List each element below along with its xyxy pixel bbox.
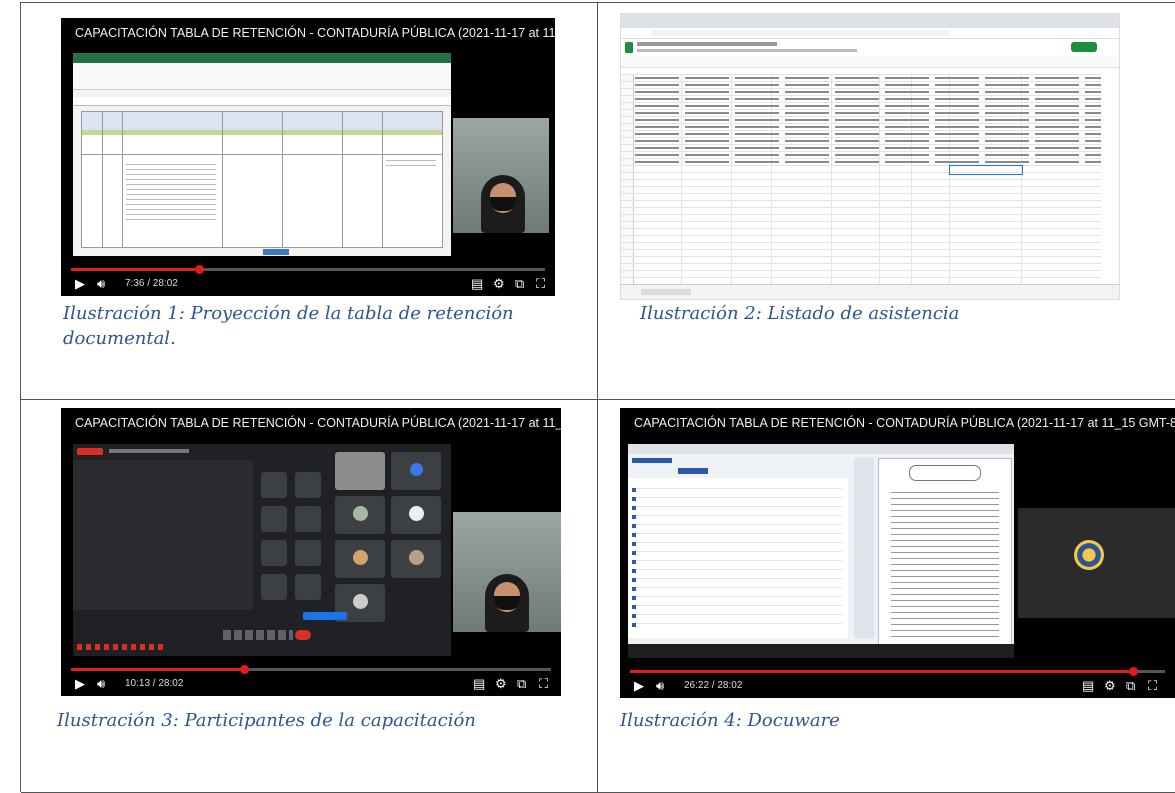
video-screenshot-3: CAPACITACIÓN TABLA DE RETENCIÓN - CONTAD… [61,408,561,696]
miniplayer-icon[interactable]: ⧉ [515,276,524,292]
video-controls: ▶ 🔊︎ 10:13 / 28:02 ▤ ⚙ ⧉ ⛶ [61,664,561,696]
play-icon[interactable]: ▶ [634,678,644,694]
video-time: 26:22 / 28:02 [684,680,743,691]
university-seal-icon [1074,540,1104,570]
fullscreen-icon[interactable]: ⛶ [536,276,545,292]
video-progress[interactable] [71,665,551,674]
video-title: CAPACITACIÓN TABLA DE RETENCIÓN - CONTAD… [75,416,561,430]
video-controls: ▶ 🔊︎ 7:36 / 28:02 ▤ ⚙ ⧉ ⛶ [61,264,555,296]
volume-icon[interactable]: 🔊︎ [656,678,664,694]
figure-cell-2: Ilustración 2: Listado de asistencia [598,3,1175,400]
shared-spreadsheet [73,53,451,256]
video-title: CAPACITACIÓN TABLA DE RETENCIÓN - CONTAD… [634,416,1175,430]
figure-cell-1: CAPACITACIÓN TABLA DE RETENCIÓN - CONTAD… [21,3,598,400]
video-screenshot-1: CAPACITACIÓN TABLA DE RETENCIÓN - CONTAD… [61,18,555,296]
video-time: 7:36 / 28:02 [125,278,178,289]
subtitles-icon[interactable]: ▤ [473,676,485,692]
settings-icon[interactable]: ⚙ [1104,678,1116,694]
miniplayer-icon[interactable]: ⧉ [1126,678,1135,694]
settings-icon[interactable]: ⚙ [495,676,507,692]
docuware-window [628,444,1014,658]
video-screenshot-4: CAPACITACIÓN TABLA DE RETENCIÓN - CONTAD… [620,408,1175,698]
volume-icon[interactable]: 🔊︎ [97,676,105,692]
video-controls: ▶ 🔊︎ 26:22 / 28:02 ▤ ⚙ ⧉ ⛶ [620,666,1175,698]
participant-tile [1018,508,1175,618]
subtitles-icon[interactable]: ▤ [1082,678,1094,694]
settings-icon[interactable]: ⚙ [493,276,505,292]
fullscreen-icon[interactable]: ⛶ [539,676,548,692]
figure-caption-1: Ilustración 1: Proyección de la tabla de… [63,303,514,349]
figure-table: CAPACITACIÓN TABLA DE RETENCIÓN - CONTAD… [20,2,1175,793]
video-progress[interactable] [71,265,545,274]
attendance-sheet-screenshot [620,13,1120,300]
play-icon[interactable]: ▶ [75,676,85,692]
subtitles-icon[interactable]: ▤ [471,276,483,292]
volume-icon[interactable]: 🔊︎ [97,276,105,292]
figure-cell-4: CAPACITACIÓN TABLA DE RETENCIÓN - CONTAD… [598,400,1175,793]
participant-webcam [453,512,561,632]
video-time: 10:13 / 28:02 [125,678,184,689]
fullscreen-icon[interactable]: ⛶ [1148,678,1157,694]
figure-caption-4: Ilustración 4: Docuware [620,710,840,731]
figure-caption-3: Ilustración 3: Participantes de la capac… [57,710,476,731]
miniplayer-icon[interactable]: ⧉ [517,676,526,692]
video-title: CAPACITACIÓN TABLA DE RETENCIÓN - CONTAD… [75,26,555,40]
meeting-window [73,444,451,656]
spreadsheet-grid [621,74,1101,284]
figure-cell-3: CAPACITACIÓN TABLA DE RETENCIÓN - CONTAD… [21,400,598,793]
video-progress[interactable] [630,667,1165,676]
play-icon[interactable]: ▶ [75,276,85,292]
figure-caption-2: Ilustración 2: Listado de asistencia [640,303,960,324]
participant-webcam [453,118,549,233]
